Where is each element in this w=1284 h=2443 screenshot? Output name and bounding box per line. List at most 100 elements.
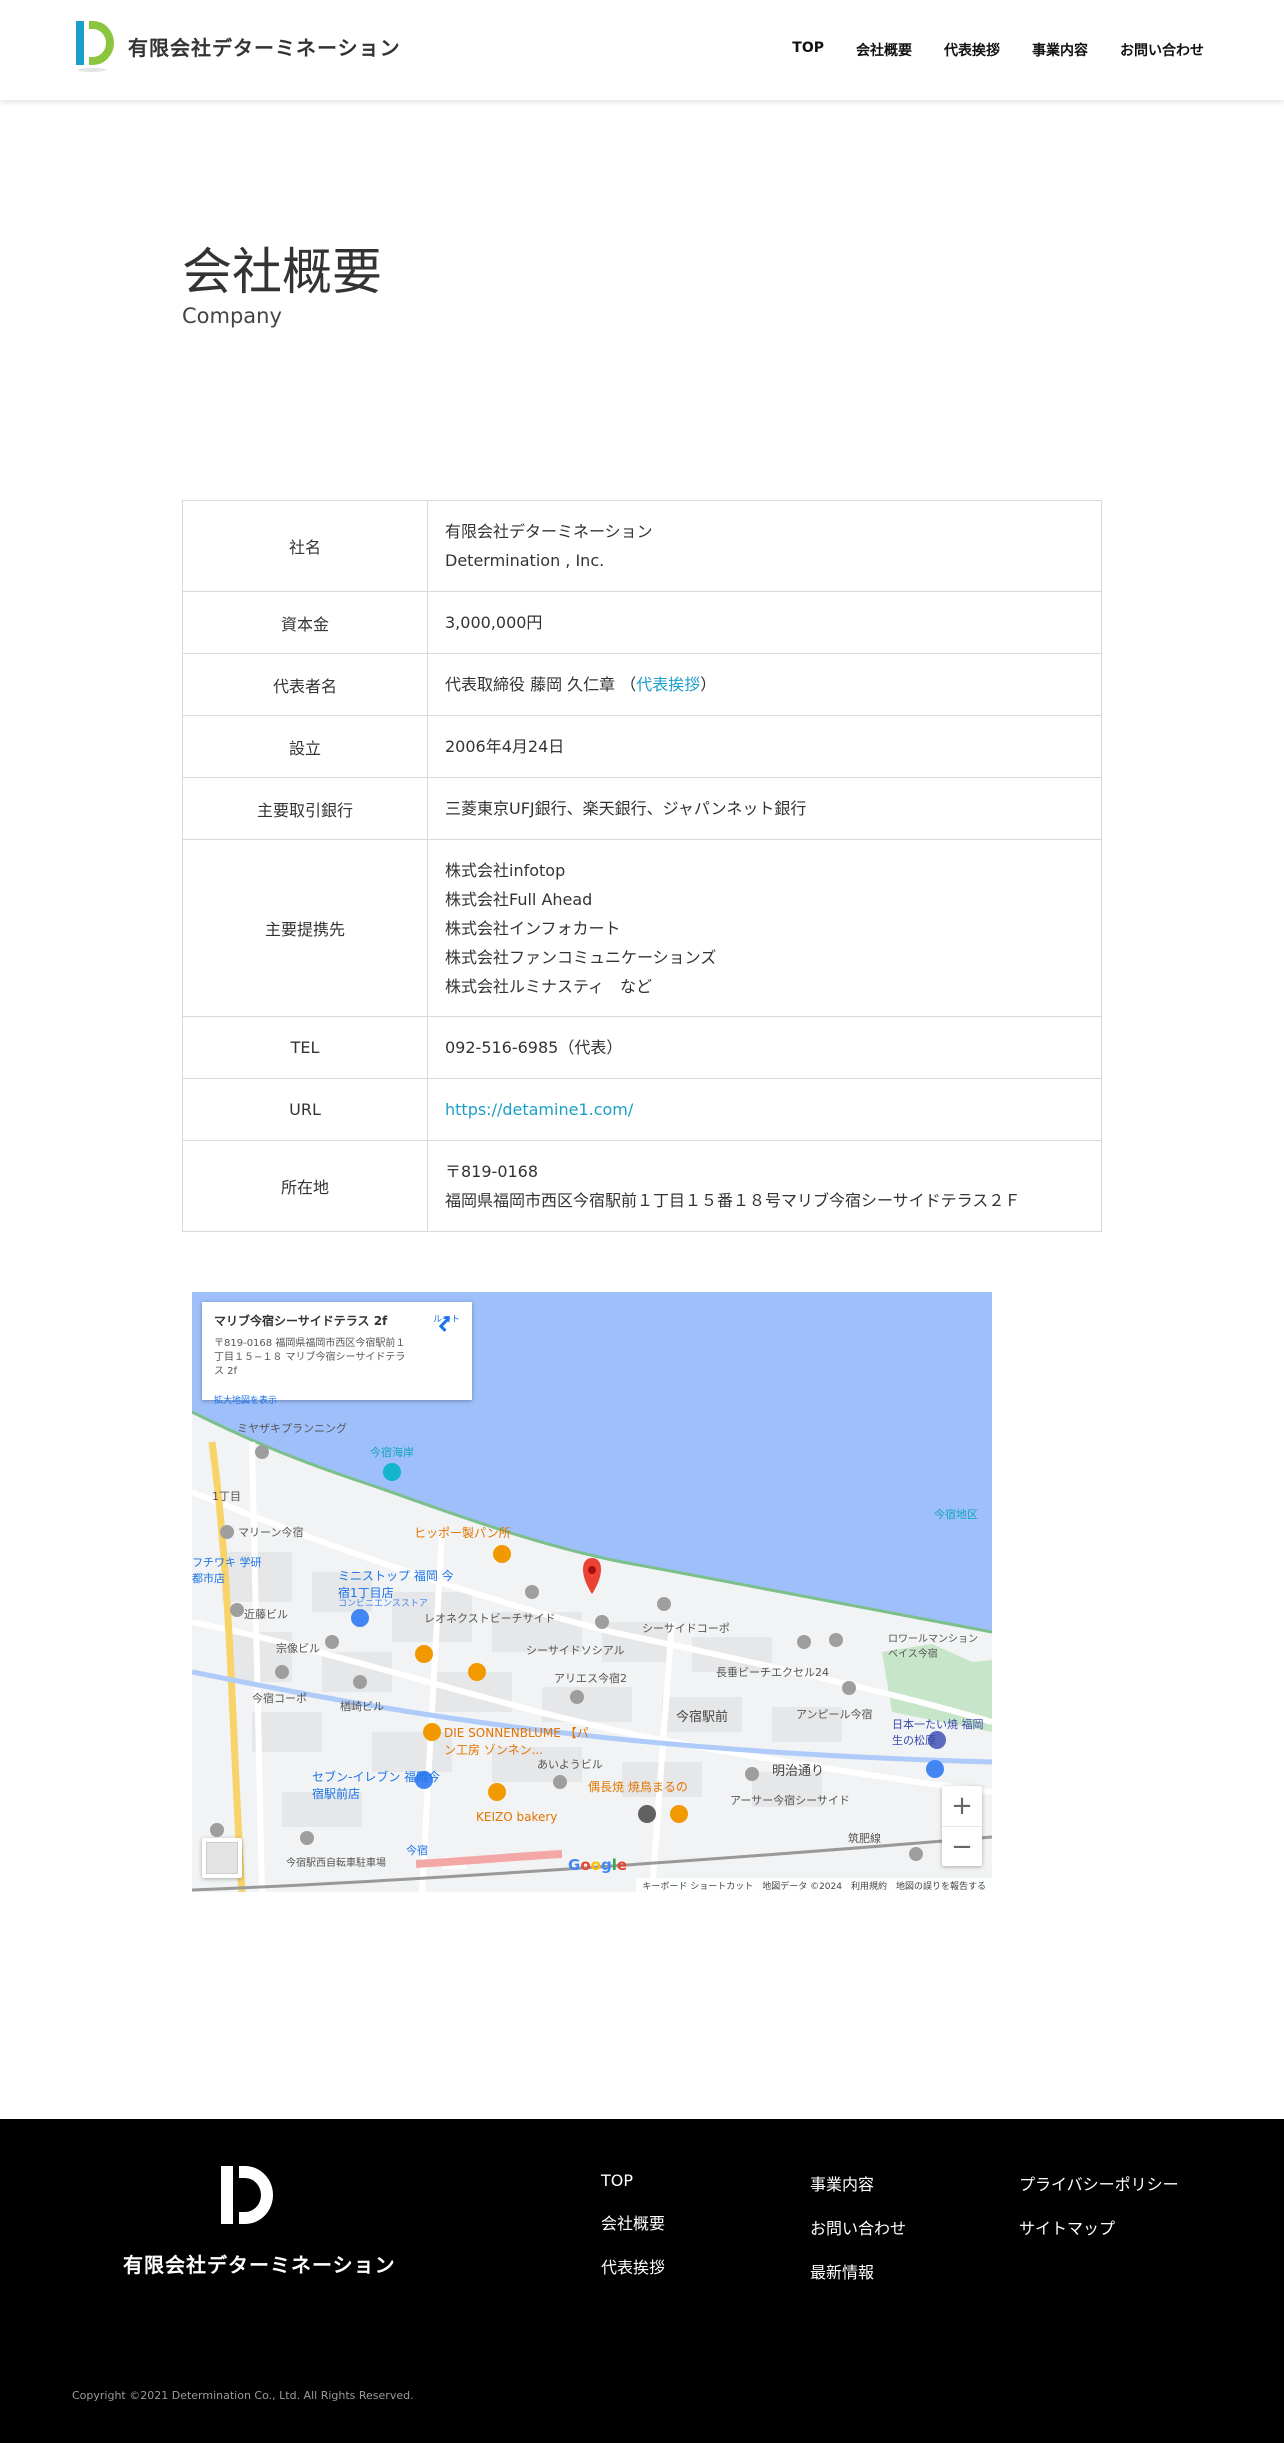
table-row: 代表者名 代表取締役 藤岡 久仁章 （代表挨拶） — [182, 653, 1102, 716]
row-value: 有限会社デターミネーション Determination , Inc. — [427, 500, 1102, 592]
value-line: 福岡県福岡市西区今宿駅前１丁目１５番１８号マリブ今宿シーサイドテラス２Ｆ — [445, 1191, 1021, 1210]
map-label: セブン-イレブン 福岡今宿駅前店 — [312, 1770, 441, 1801]
value-text-after: ） — [700, 675, 717, 694]
row-label: 社名 — [182, 500, 428, 592]
nav-business[interactable]: 事業内容 — [1032, 40, 1088, 60]
embedded-map[interactable]: ミヤザキプランニング 今宿海岸 1丁目 マリーン今宿 ヒッポー製パン所 今宿地区… — [192, 1292, 992, 1892]
row-value: 〒819-0168 福岡県福岡市西区今宿駅前１丁目１５番１８号マリブ今宿シーサイ… — [427, 1140, 1102, 1232]
footer-link-business[interactable]: 事業内容 — [810, 2171, 906, 2195]
map-label: フチワキ 学研都市店 — [192, 1556, 262, 1585]
footer-link-greeting[interactable]: 代表挨拶 — [601, 2254, 665, 2278]
map-label: 今宿地区 — [934, 1508, 978, 1521]
footer-link-sitemap[interactable]: サイトマップ — [1019, 2215, 1179, 2239]
logo-mark-icon — [76, 21, 114, 72]
directions-button[interactable]: ルート — [433, 1312, 460, 1332]
value-line: 092-516-6985（代表） — [445, 1038, 623, 1057]
value-line: 株式会社infotop — [445, 860, 566, 880]
map-label: 明治通り — [772, 1764, 825, 1779]
directions-icon — [438, 1315, 450, 1332]
table-row: TEL 092-516-6985（代表） — [182, 1016, 1102, 1079]
row-label: 代表者名 — [182, 653, 428, 716]
map-label: KEIZO bakery — [476, 1810, 558, 1824]
row-label: 設立 — [182, 715, 428, 778]
value-line: 株式会社ファンコミュニケーションズ — [445, 947, 717, 967]
copyright-text: Copyright ©2021 Determination Co., Ltd. … — [72, 2389, 414, 2402]
table-row: URL https://detamine1.com/ — [182, 1078, 1102, 1141]
map-label: アンピール今宿 — [796, 1708, 873, 1721]
map-label: 今宿コーポ — [252, 1692, 307, 1705]
row-value: 092-516-6985（代表） — [427, 1016, 1102, 1079]
row-label: TEL — [182, 1016, 428, 1079]
place-address: 〒819-0168 福岡県福岡市西区今宿駅前１丁目１５−１８ マリブ今宿シーサイ… — [214, 1338, 406, 1377]
row-value: 三菱東京UFJ銀行、楽天銀行、ジャパンネット銀行 — [427, 777, 1102, 840]
logo-company-name: 有限会社デターミネーション — [128, 35, 401, 60]
larger-map-link[interactable]: 拡大地図を表示 — [214, 1393, 460, 1406]
google-logo: Google — [568, 1856, 628, 1874]
footer-link-company[interactable]: 会社概要 — [601, 2210, 665, 2234]
nav-contact[interactable]: お問い合わせ — [1120, 40, 1204, 60]
map-label: 今宿海岸 — [370, 1446, 414, 1459]
footer-nav-col-1: TOP 会社概要 代表挨拶 — [601, 2171, 665, 2278]
company-info-table: 社名 有限会社デターミネーション Determination , Inc. 資本… — [182, 500, 1102, 1232]
map-label: 筑肥線 — [848, 1832, 881, 1845]
map-label: 宗像ビル — [276, 1642, 320, 1655]
main-nav: TOP 会社概要 代表挨拶 事業内容 お問い合わせ — [792, 40, 1204, 60]
map-label: マリーン今宿 — [238, 1526, 304, 1539]
map-label: 1丁目 — [212, 1490, 241, 1503]
map-place-card: マリブ今宿シーサイドテラス 2f 〒819-0168 福岡県福岡市西区今宿駅前１… — [202, 1302, 472, 1406]
value-line: 3,000,000円 — [445, 613, 543, 632]
page-title: 会社概要 — [182, 243, 382, 301]
map-label: 今宿駅西自転車駐車場 — [286, 1858, 386, 1869]
map-label: あいようビル — [537, 1758, 603, 1771]
greeting-link[interactable]: 代表挨拶 — [636, 675, 700, 694]
nav-top[interactable]: TOP — [792, 40, 824, 60]
map-attribution[interactable]: キーボード ショートカット 地図データ ©2024 利用規約 地図の誤りを報告す… — [636, 1878, 992, 1892]
table-row: 主要提携先 株式会社infotop 株式会社Full Ahead 株式会社インフ… — [182, 839, 1102, 1017]
row-value: https://detamine1.com/ — [427, 1078, 1102, 1141]
map-label: 偶長焼 焼鳥まるの — [588, 1780, 688, 1794]
zoom-controls: + − — [942, 1786, 982, 1866]
map-label: ロワールマンション ベイス今宿 — [888, 1634, 978, 1660]
map-label: アーサー今宿シーサイド — [730, 1794, 850, 1807]
footer-link-contact[interactable]: お問い合わせ — [810, 2215, 906, 2239]
value-line: 〒819-0168 — [445, 1162, 539, 1181]
footer-link-top[interactable]: TOP — [601, 2171, 665, 2190]
table-row: 主要取引銀行 三菱東京UFJ銀行、楽天銀行、ジャパンネット銀行 — [182, 777, 1102, 840]
value-line: 三菱東京UFJ銀行、楽天銀行、ジャパンネット銀行 — [445, 799, 807, 818]
row-label: 所在地 — [182, 1140, 428, 1232]
map-label: ミヤザキプランニング — [237, 1422, 347, 1435]
site-logo[interactable]: 有限会社デターミネーション — [76, 18, 401, 74]
value-line: 2006年4月24日 — [445, 737, 565, 756]
street-view-thumbnail — [206, 1842, 238, 1874]
footer-logo-icon — [221, 2166, 273, 2224]
zoom-out-button[interactable]: − — [942, 1826, 982, 1866]
nav-greeting[interactable]: 代表挨拶 — [944, 40, 1000, 60]
value-line: 有限会社デターミネーション — [445, 522, 653, 541]
footer-company-name: 有限会社デターミネーション — [123, 2253, 396, 2277]
map-label: 長垂ビーチエクセル24 — [716, 1666, 829, 1679]
street-view-button[interactable] — [202, 1838, 242, 1878]
table-row: 設立 2006年4月24日 — [182, 715, 1102, 778]
nav-company[interactable]: 会社概要 — [856, 40, 912, 60]
row-label: 主要提携先 — [182, 839, 428, 1017]
footer-nav-col-3: プライバシーポリシー サイトマップ — [1019, 2171, 1179, 2239]
value-line: 株式会社Full Ahead — [445, 889, 593, 909]
footer-link-privacy[interactable]: プライバシーポリシー — [1019, 2171, 1179, 2195]
zoom-in-button[interactable]: + — [942, 1786, 982, 1826]
map-label: アリエス今宿2 — [554, 1672, 627, 1685]
map-label: 日本一たい焼 福岡生の松原 — [892, 1718, 984, 1747]
place-name: マリブ今宿シーサイドテラス 2f — [214, 1314, 388, 1328]
row-label: 資本金 — [182, 591, 428, 654]
website-url-link[interactable]: https://detamine1.com/ — [445, 1100, 633, 1119]
map-label: シーサイドコーポ — [642, 1622, 730, 1635]
row-label: URL — [182, 1078, 428, 1141]
table-row: 所在地 〒819-0168 福岡県福岡市西区今宿駅前１丁目１５番１８号マリブ今宿… — [182, 1140, 1102, 1232]
value-line: 株式会社ルミナスティ など — [445, 976, 653, 996]
row-label: 主要取引銀行 — [182, 777, 428, 840]
value-text: 代表取締役 藤岡 久仁章 （ — [445, 675, 637, 694]
map-label: 今宿駅前 — [676, 1710, 729, 1725]
site-footer: 有限会社デターミネーション TOP 会社概要 代表挨拶 事業内容 お問い合わせ … — [0, 2119, 1284, 2443]
footer-link-news[interactable]: 最新情報 — [810, 2259, 906, 2283]
map-label: コンビニエンスストア — [338, 1599, 428, 1609]
map-label: レオネクストビーチサイド — [424, 1612, 556, 1625]
